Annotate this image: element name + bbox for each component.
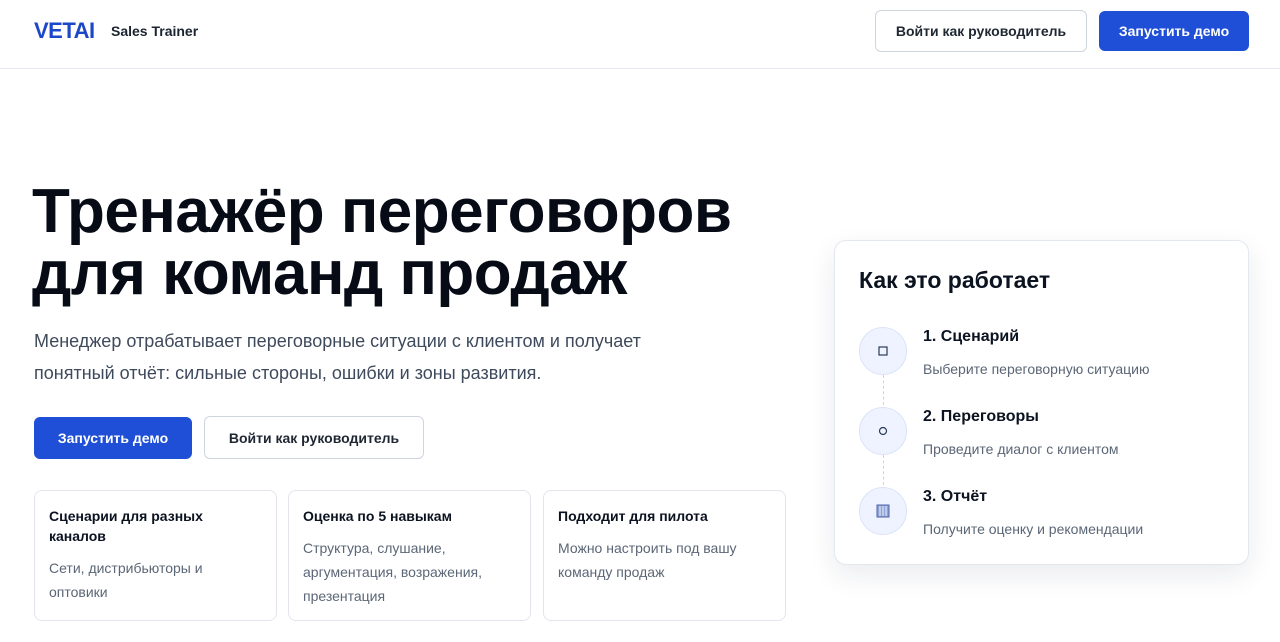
- how-it-works-title: Как это работает: [859, 267, 1051, 293]
- hero-subtitle-line: понятный отчёт: сильные стороны, ошибки …: [34, 363, 542, 383]
- step-connector: [883, 455, 884, 485]
- step-desc: Проведите диалог с клиентом: [923, 441, 1119, 457]
- top-navbar: VETAI Sales Trainer Войти как руководите…: [0, 0, 1280, 69]
- hero-subtitle-line: Менеджер отрабатывает переговорные ситуа…: [34, 331, 641, 351]
- feature-title-line: Сценарии для разных: [49, 508, 203, 524]
- logo[interactable]: VETAI: [34, 18, 95, 44]
- report-icon: [876, 504, 890, 518]
- feature-text-line: презентация: [303, 588, 386, 604]
- square-icon: [878, 346, 888, 356]
- hero-title-line: Тренажёр переговоров: [32, 177, 732, 246]
- step-icon-badge: [859, 407, 907, 455]
- product-name: Sales Trainer: [111, 23, 199, 39]
- feature-card-skills: Оценка по 5 навыкам Структура, слушание,…: [288, 490, 531, 621]
- step-connector: [883, 375, 884, 405]
- how-it-works-panel: Как это работает 1. Сценарий Выберите пе…: [834, 240, 1249, 565]
- feature-title-line: каналов: [49, 528, 106, 544]
- feature-card-title: Подходит для пилота: [558, 508, 708, 524]
- circle-icon: [878, 426, 888, 436]
- feature-card-pilot: Подходит для пилота Можно настроить под …: [543, 490, 786, 621]
- header-login-button[interactable]: Войти как руководитель: [875, 10, 1087, 52]
- step-desc: Выберите переговорную ситуацию: [923, 361, 1150, 377]
- step-icon-badge: [859, 487, 907, 535]
- feature-text-line: команду продаж: [558, 564, 665, 580]
- step-title: 2. Переговоры: [923, 408, 1039, 425]
- hero-demo-button[interactable]: Запустить демо: [34, 417, 192, 459]
- hero-subtitle: Менеджер отрабатывает переговорные ситуа…: [34, 325, 674, 389]
- header-demo-button[interactable]: Запустить демо: [1099, 11, 1249, 51]
- feature-text-line: аргументация, возражения,: [303, 564, 482, 580]
- feature-text-line: Можно настроить под вашу: [558, 540, 737, 556]
- step-title: 1. Сценарий: [923, 328, 1020, 345]
- feature-text-line: Сети, дистрибьюторы и: [49, 560, 203, 576]
- step-icon-badge: [859, 327, 907, 375]
- feature-card-text: Можно настроить под вашу команду продаж: [558, 536, 771, 584]
- hero-title: Тренажёр переговоров для команд продаж: [32, 181, 792, 305]
- hero-title-line: для команд продаж: [32, 239, 627, 308]
- feature-card-title: Сценарии для разных каналов: [49, 506, 262, 546]
- feature-card-channels: Сценарии для разных каналов Сети, дистри…: [34, 490, 277, 621]
- feature-text-line: оптовики: [49, 584, 108, 600]
- hero-login-button[interactable]: Войти как руководитель: [204, 416, 424, 459]
- feature-card-text: Сети, дистрибьюторы и оптовики: [49, 556, 262, 604]
- feature-text-line: Структура, слушание,: [303, 540, 446, 556]
- step-desc: Получите оценку и рекомендации: [923, 521, 1144, 537]
- step-title: 3. Отчёт: [923, 488, 988, 505]
- feature-card-text: Структура, слушание, аргументация, возра…: [303, 536, 516, 608]
- feature-card-title: Оценка по 5 навыкам: [303, 508, 452, 524]
